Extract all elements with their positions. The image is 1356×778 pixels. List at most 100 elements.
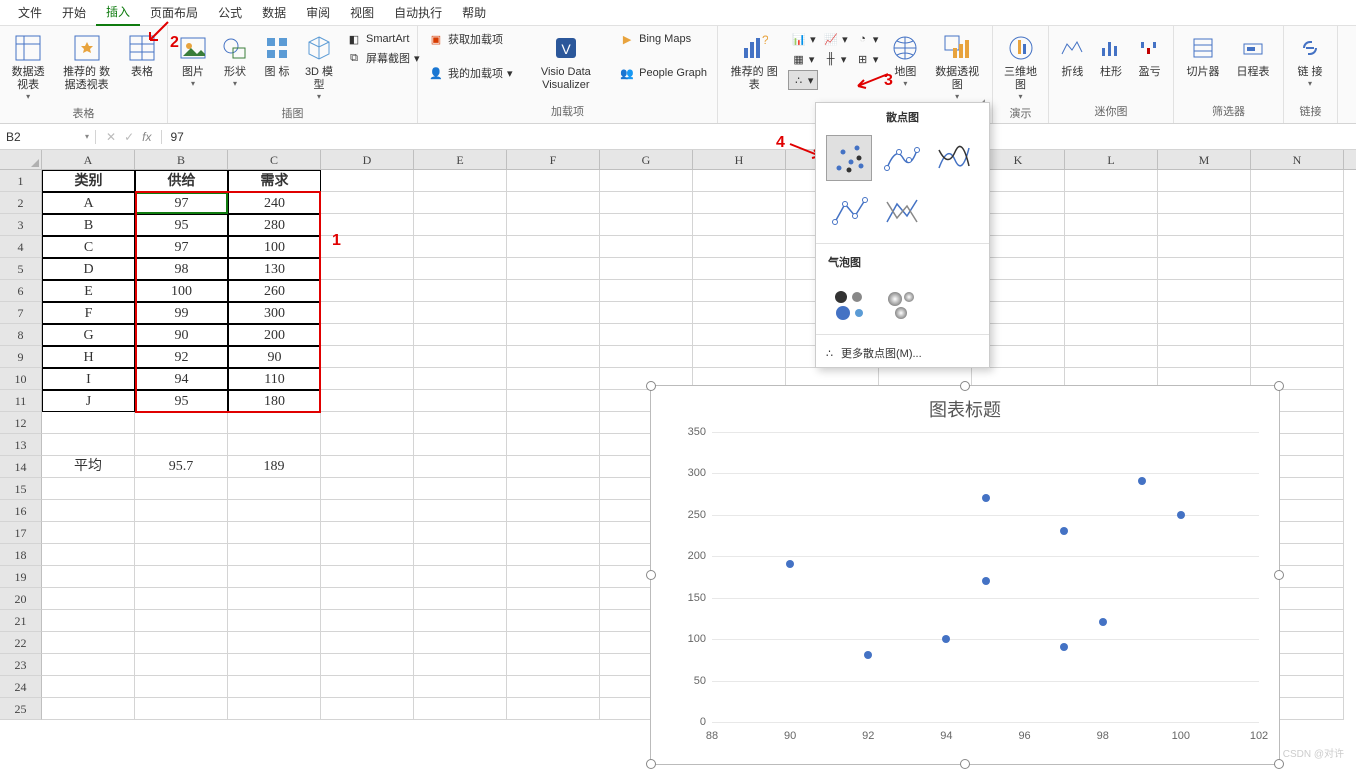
row-header-25[interactable]: 25 <box>0 698 42 720</box>
shapes-button[interactable]: 形状▾ <box>216 30 254 90</box>
cell-E20[interactable] <box>414 588 507 610</box>
3d-models-button[interactable]: 3D 模 型▾ <box>300 30 338 103</box>
col-header-N[interactable]: N <box>1251 150 1344 169</box>
chart-point[interactable] <box>1060 643 1068 651</box>
cell-L6[interactable] <box>1065 280 1158 302</box>
cell-F11[interactable] <box>507 390 600 412</box>
cell-E2[interactable] <box>414 192 507 214</box>
cell-D8[interactable] <box>321 324 414 346</box>
row-header-17[interactable]: 17 <box>0 522 42 544</box>
cell-B1[interactable]: 供给 <box>135 170 228 192</box>
cancel-icon[interactable]: ✕ <box>106 130 116 144</box>
cell-D4[interactable] <box>321 236 414 258</box>
chart-point[interactable] <box>1138 477 1146 485</box>
cell-N3[interactable] <box>1251 214 1344 236</box>
cell-C19[interactable] <box>228 566 321 588</box>
col-header-F[interactable]: F <box>507 150 600 169</box>
my-addins-button[interactable]: 👤我的加载项 ▾ <box>424 64 517 82</box>
scatter-option-lines[interactable] <box>878 189 924 235</box>
more-scatter-charts[interactable]: ∴更多散点图(M)... <box>816 339 989 367</box>
cell-F1[interactable] <box>507 170 600 192</box>
chart-point[interactable] <box>786 560 794 568</box>
row-header-13[interactable]: 13 <box>0 434 42 456</box>
cell-A22[interactable] <box>42 632 135 654</box>
cell-F25[interactable] <box>507 698 600 720</box>
col-header-E[interactable]: E <box>414 150 507 169</box>
recommended-charts-button[interactable]: ? 推荐的 图表 <box>724 30 784 94</box>
cell-A12[interactable] <box>42 412 135 434</box>
cell-C17[interactable] <box>228 522 321 544</box>
row-header-22[interactable]: 22 <box>0 632 42 654</box>
line-chart-icon[interactable]: 📈▾ <box>820 30 850 48</box>
cell-A7[interactable]: F <box>42 302 135 324</box>
cell-B7[interactable]: 99 <box>135 302 228 324</box>
col-header-D[interactable]: D <box>321 150 414 169</box>
cell-A25[interactable] <box>42 698 135 720</box>
cell-D10[interactable] <box>321 368 414 390</box>
cell-C7[interactable]: 300 <box>228 302 321 324</box>
cell-B20[interactable] <box>135 588 228 610</box>
chart-handle-se[interactable] <box>1274 759 1284 769</box>
cell-B23[interactable] <box>135 654 228 676</box>
cell-C23[interactable] <box>228 654 321 676</box>
cell-A6[interactable]: E <box>42 280 135 302</box>
cell-C16[interactable] <box>228 500 321 522</box>
cell-G8[interactable] <box>600 324 693 346</box>
cell-C15[interactable] <box>228 478 321 500</box>
recommended-pivot-button[interactable]: 推荐的 数据透视表 <box>54 30 119 94</box>
cell-L3[interactable] <box>1065 214 1158 236</box>
cell-E23[interactable] <box>414 654 507 676</box>
sparkline-column-button[interactable]: 柱形 <box>1094 30 1129 81</box>
menu-文件[interactable]: 文件 <box>8 0 52 25</box>
cell-B3[interactable]: 95 <box>135 214 228 236</box>
cell-A24[interactable] <box>42 676 135 698</box>
cell-A16[interactable] <box>42 500 135 522</box>
cell-H9[interactable] <box>693 346 786 368</box>
cell-A9[interactable]: H <box>42 346 135 368</box>
cell-G7[interactable] <box>600 302 693 324</box>
cell-H5[interactable] <box>693 258 786 280</box>
bubble-option-3d[interactable] <box>878 280 924 326</box>
cell-L1[interactable] <box>1065 170 1158 192</box>
sparkline-winloss-button[interactable]: 盈亏 <box>1132 30 1167 81</box>
cell-C22[interactable] <box>228 632 321 654</box>
chart-point[interactable] <box>1099 618 1107 626</box>
cell-A11[interactable]: J <box>42 390 135 412</box>
hierarchy-chart-icon[interactable]: ▦▾ <box>788 50 818 68</box>
cell-E7[interactable] <box>414 302 507 324</box>
cell-E1[interactable] <box>414 170 507 192</box>
cell-F3[interactable] <box>507 214 600 236</box>
cell-F12[interactable] <box>507 412 600 434</box>
chart-point[interactable] <box>1177 511 1185 519</box>
cell-M5[interactable] <box>1158 258 1251 280</box>
cell-M2[interactable] <box>1158 192 1251 214</box>
cell-B22[interactable] <box>135 632 228 654</box>
cell-B15[interactable] <box>135 478 228 500</box>
cell-A17[interactable] <box>42 522 135 544</box>
menu-视图[interactable]: 视图 <box>340 0 384 25</box>
col-header-L[interactable]: L <box>1065 150 1158 169</box>
cell-A20[interactable] <box>42 588 135 610</box>
cell-C25[interactable] <box>228 698 321 720</box>
cell-F7[interactable] <box>507 302 600 324</box>
cell-E10[interactable] <box>414 368 507 390</box>
menu-帮助[interactable]: 帮助 <box>452 0 496 25</box>
cell-C2[interactable]: 240 <box>228 192 321 214</box>
cell-N7[interactable] <box>1251 302 1344 324</box>
chart-handle-sw[interactable] <box>646 759 656 769</box>
cell-E8[interactable] <box>414 324 507 346</box>
visio-button[interactable]: V Visio Data Visualizer <box>521 30 612 94</box>
cell-F5[interactable] <box>507 258 600 280</box>
cell-D11[interactable] <box>321 390 414 412</box>
cell-H2[interactable] <box>693 192 786 214</box>
cell-M6[interactable] <box>1158 280 1251 302</box>
pictures-button[interactable]: 图片▾ <box>174 30 212 90</box>
row-header-20[interactable]: 20 <box>0 588 42 610</box>
cell-D25[interactable] <box>321 698 414 720</box>
cell-E24[interactable] <box>414 676 507 698</box>
cell-N8[interactable] <box>1251 324 1344 346</box>
scatter-option-lines-markers[interactable] <box>826 189 872 235</box>
icons-button[interactable]: 图 标 <box>258 30 296 81</box>
cell-H8[interactable] <box>693 324 786 346</box>
cell-A21[interactable] <box>42 610 135 632</box>
